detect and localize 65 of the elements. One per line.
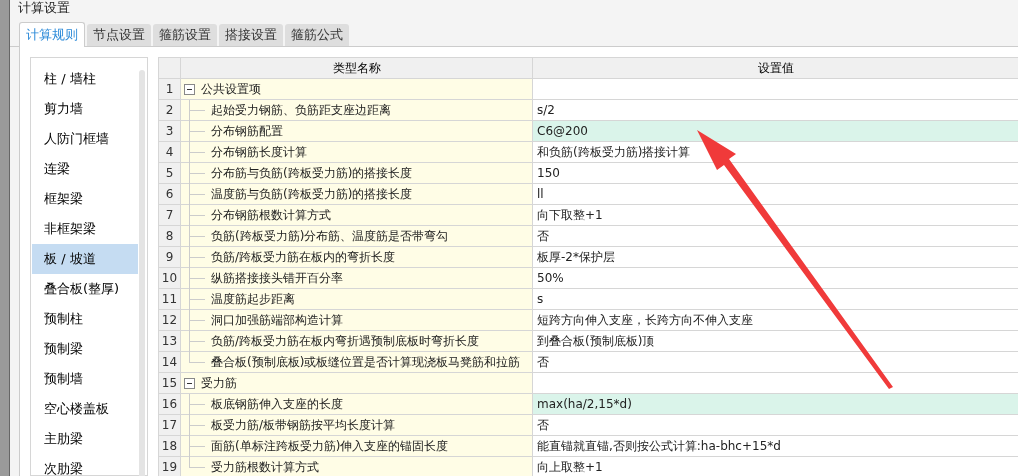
tab[interactable]: 箍筋公式 [285,24,349,46]
category-item[interactable]: 主肋梁 [32,424,138,454]
category-item[interactable]: 人防门框墙 [32,124,138,154]
collapse-toggle[interactable] [184,377,195,389]
category-item[interactable]: 预制柱 [32,304,138,334]
row-number: 14 [159,352,181,372]
setting-value[interactable]: max(ha/2,15*d) [533,394,1018,414]
category-item[interactable]: 板 / 坡道 [32,244,138,274]
row-number: 19 [159,457,181,476]
row-number: 12 [159,310,181,330]
category-item[interactable]: 框架梁 [32,184,138,214]
row-number: 1 [159,79,181,99]
category-item[interactable]: 叠合板(整厚) [32,274,138,304]
category-item[interactable]: 预制梁 [32,334,138,364]
setting-name: 负筋/跨板受力筋在板内的弯折长度 [211,249,396,266]
row-number: 11 [159,289,181,309]
category-item[interactable]: 预制墙 [32,364,138,394]
setting-name: 面筋(单标注跨板受力筋)伸入支座的锚固长度 [211,438,449,455]
setting-name: 负筋/跨板受力筋在板内弯折遇预制底板时弯折长度 [211,333,480,350]
setting-name: 温度筋与负筋(跨板受力筋)的搭接长度 [211,186,413,203]
row-number: 3 [159,121,181,141]
row-number: 16 [159,394,181,414]
setting-value[interactable]: C6@200 [533,121,1018,141]
setting-name: 纵筋搭接接头错开百分率 [211,270,343,287]
setting-name: 板底钢筋伸入支座的长度 [211,396,343,413]
row-number: 6 [159,184,181,204]
row-number: 7 [159,205,181,225]
row-number: 13 [159,331,181,351]
row-number: 10 [159,268,181,288]
tab[interactable]: 节点设置 [87,24,151,46]
scrollbar[interactable] [139,70,145,476]
category-item[interactable]: 连梁 [32,154,138,184]
setting-name: 分布钢筋根数计算方式 [211,207,331,224]
category-item[interactable]: 剪力墙 [32,94,138,124]
row-number: 4 [159,142,181,162]
setting-name: 分布筋与负筋(跨板受力筋)的搭接长度 [211,165,413,182]
row-number: 2 [159,100,181,120]
setting-name: 温度筋起步距离 [211,291,295,308]
row-number: 9 [159,247,181,267]
row-number: 8 [159,226,181,246]
setting-name: 负筋(跨板受力筋)分布筋、温度筋是否带弯勾 [211,228,449,245]
row-number: 18 [159,436,181,456]
setting-name: 分布钢筋配置 [211,123,283,140]
category-item[interactable]: 次肋梁 [32,454,138,476]
category-item[interactable]: 非框架梁 [32,214,138,244]
window-title: 计算设置 [18,0,70,16]
collapse-toggle[interactable] [184,83,195,95]
row-number: 5 [159,163,181,183]
tab[interactable]: 搭接设置 [219,24,283,46]
category-item[interactable]: 空心楼盖板 [32,394,138,424]
category-item[interactable]: 柱 / 墙柱 [32,64,138,94]
setting-name: 叠合板(预制底板)或板缝位置是否计算现浇板马凳筋和拉筋 [211,354,521,371]
tab[interactable]: 计算规则 [19,22,85,47]
column-header: 类型名称 [181,58,533,78]
setting-name: 起始受力钢筋、负筋距支座边距离 [211,102,391,119]
setting-name: 洞口加强筋端部构造计算 [211,312,343,329]
group-label: 公共设置项 [201,81,261,98]
setting-name: 受力筋根数计算方式 [211,459,319,476]
setting-name: 分布钢筋长度计算 [211,144,307,161]
column-header: 设置值 [756,60,795,77]
tab[interactable]: 箍筋设置 [153,24,217,46]
row-number: 15 [159,373,181,393]
setting-name: 板受力筋/板带钢筋按平均长度计算 [211,417,396,434]
group-label: 受力筋 [201,375,237,392]
row-number: 17 [159,415,181,435]
